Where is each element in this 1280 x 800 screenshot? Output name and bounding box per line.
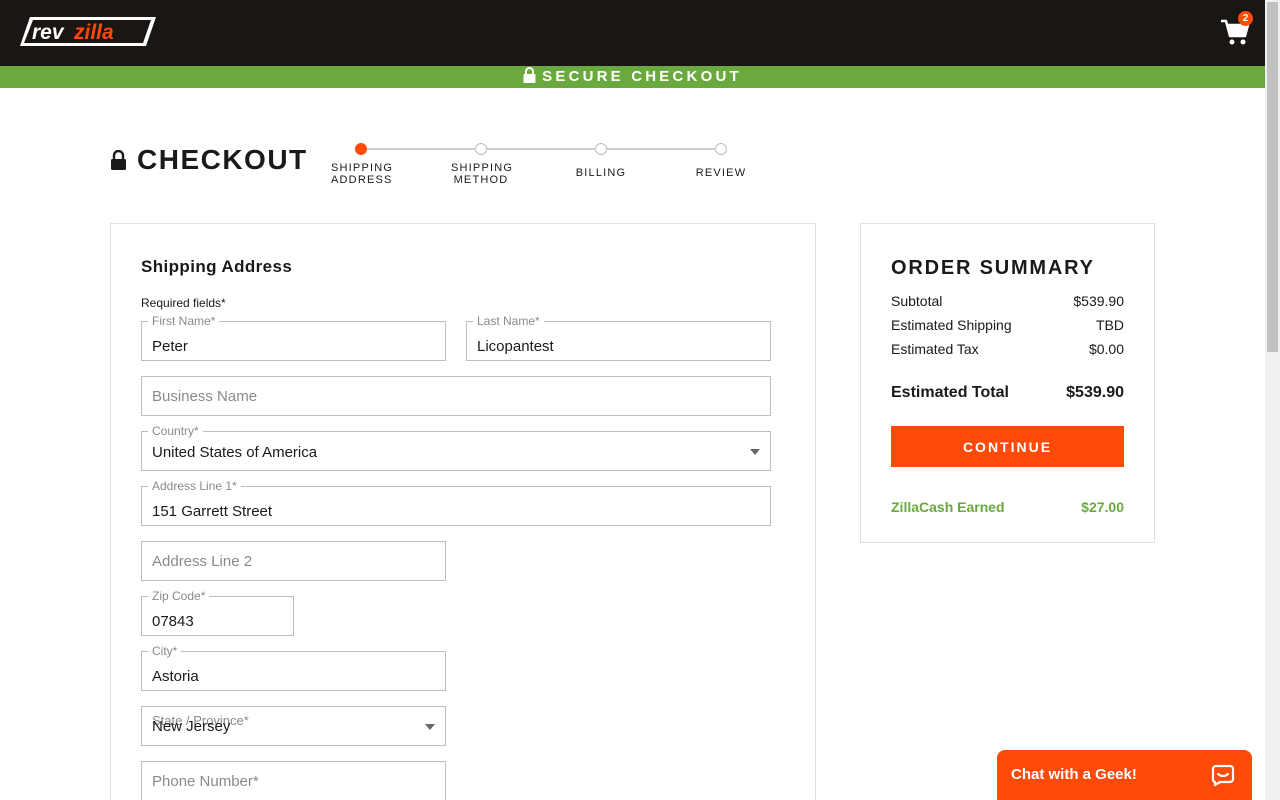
total-row: Estimated Total $539.90 xyxy=(891,384,1124,402)
checkout-progress: SHIPPING ADDRESS SHIPPING METHOD BILLING… xyxy=(331,140,751,190)
secure-checkout-label: SECURE CHECKOUT xyxy=(542,68,742,85)
subtotal-label: Subtotal xyxy=(891,293,943,309)
address-line-1-label: Address Line 1* xyxy=(148,479,241,493)
subtotal-row: Subtotal $539.90 xyxy=(891,293,1124,309)
step-shipping-method[interactable]: SHIPPING METHOD xyxy=(451,143,514,186)
cart-count-badge: 2 xyxy=(1238,11,1253,26)
tax-value: $0.00 xyxy=(1088,341,1124,357)
subtotal-value: $539.90 xyxy=(1073,293,1124,309)
required-fields-note: Required fields* xyxy=(141,296,226,310)
tax-row: Estimated Tax $0.00 xyxy=(891,341,1124,357)
svg-text:rev: rev xyxy=(32,21,65,44)
city-field[interactable]: City* xyxy=(141,644,446,691)
step-label: SHIPPING METHOD xyxy=(451,162,514,186)
business-name-input[interactable] xyxy=(142,377,770,415)
zillacash-label: ZillaCash Earned xyxy=(891,499,1005,515)
order-summary: ORDER SUMMARY Subtotal $539.90 Estimated… xyxy=(860,223,1155,543)
chat-label: Chat with a Geek! xyxy=(1011,766,1137,783)
last-name-label: Last Name* xyxy=(473,314,544,328)
lock-icon xyxy=(523,67,536,83)
checkout-heading: CHECKOUT xyxy=(110,143,308,177)
svg-text:zilla: zilla xyxy=(73,21,114,44)
step-dot xyxy=(355,143,367,155)
country-label: Country* xyxy=(148,424,203,438)
secure-checkout-bar: SECURE CHECKOUT xyxy=(0,66,1265,88)
revzilla-logo[interactable]: rev zilla xyxy=(20,17,156,46)
zip-code-field[interactable]: Zip Code* xyxy=(141,589,294,636)
step-review[interactable]: REVIEW xyxy=(691,143,751,179)
step-dot xyxy=(595,143,607,155)
address-line-2-field[interactable] xyxy=(141,541,446,581)
scrollbar-thumb[interactable] xyxy=(1267,2,1278,352)
step-dot xyxy=(715,143,727,155)
last-name-field[interactable]: Last Name* xyxy=(466,314,771,361)
country-value: United States of America xyxy=(152,444,318,461)
address-line-1-field[interactable]: Address Line 1* xyxy=(141,479,771,526)
first-name-label: First Name* xyxy=(148,314,220,328)
step-label: BILLING xyxy=(575,167,627,179)
state-value: New Jersey xyxy=(152,718,231,735)
state-select[interactable]: State / Province* New Jersey xyxy=(141,706,446,746)
phone-number-field[interactable] xyxy=(141,761,446,800)
order-summary-title: ORDER SUMMARY xyxy=(891,257,1095,279)
shipping-row: Estimated Shipping TBD xyxy=(891,317,1124,333)
phone-number-input[interactable] xyxy=(142,762,445,800)
lock-icon xyxy=(111,150,126,170)
progress-line xyxy=(361,148,721,150)
continue-button[interactable]: CONTINUE xyxy=(891,426,1124,467)
dropdown-caret-icon xyxy=(750,449,760,455)
city-input[interactable] xyxy=(142,652,445,690)
step-dot xyxy=(475,143,487,155)
dropdown-caret-icon xyxy=(425,724,435,730)
country-select[interactable]: Country* United States of America xyxy=(141,424,771,471)
chat-bubble-icon xyxy=(1211,764,1235,787)
zillacash-row: ZillaCash Earned $27.00 xyxy=(891,499,1124,515)
step-label: SHIPPING ADDRESS xyxy=(331,162,394,186)
step-billing[interactable]: BILLING xyxy=(571,143,631,179)
business-name-field[interactable] xyxy=(141,376,771,416)
step-label: REVIEW xyxy=(695,167,747,179)
shipping-value: TBD xyxy=(1096,317,1124,333)
first-name-field[interactable]: First Name* xyxy=(141,314,446,361)
zillacash-value: $27.00 xyxy=(1081,499,1124,515)
city-label: City* xyxy=(148,644,182,658)
page-title: CHECKOUT xyxy=(137,144,308,175)
shipping-label: Estimated Shipping xyxy=(891,317,1012,333)
chat-widget-button[interactable]: Chat with a Geek! xyxy=(997,750,1252,800)
address-line-2-input[interactable] xyxy=(142,542,445,580)
zip-code-label: Zip Code* xyxy=(148,589,210,603)
tax-label: Estimated Tax xyxy=(891,341,979,357)
total-value: $539.90 xyxy=(1066,384,1124,401)
shipping-address-card: Shipping Address Required fields* First … xyxy=(110,223,816,800)
section-title: Shipping Address xyxy=(141,257,293,276)
step-shipping-address[interactable]: SHIPPING ADDRESS xyxy=(331,143,394,186)
total-label: Estimated Total xyxy=(891,384,1009,401)
site-header: rev zilla 2 xyxy=(0,0,1265,66)
